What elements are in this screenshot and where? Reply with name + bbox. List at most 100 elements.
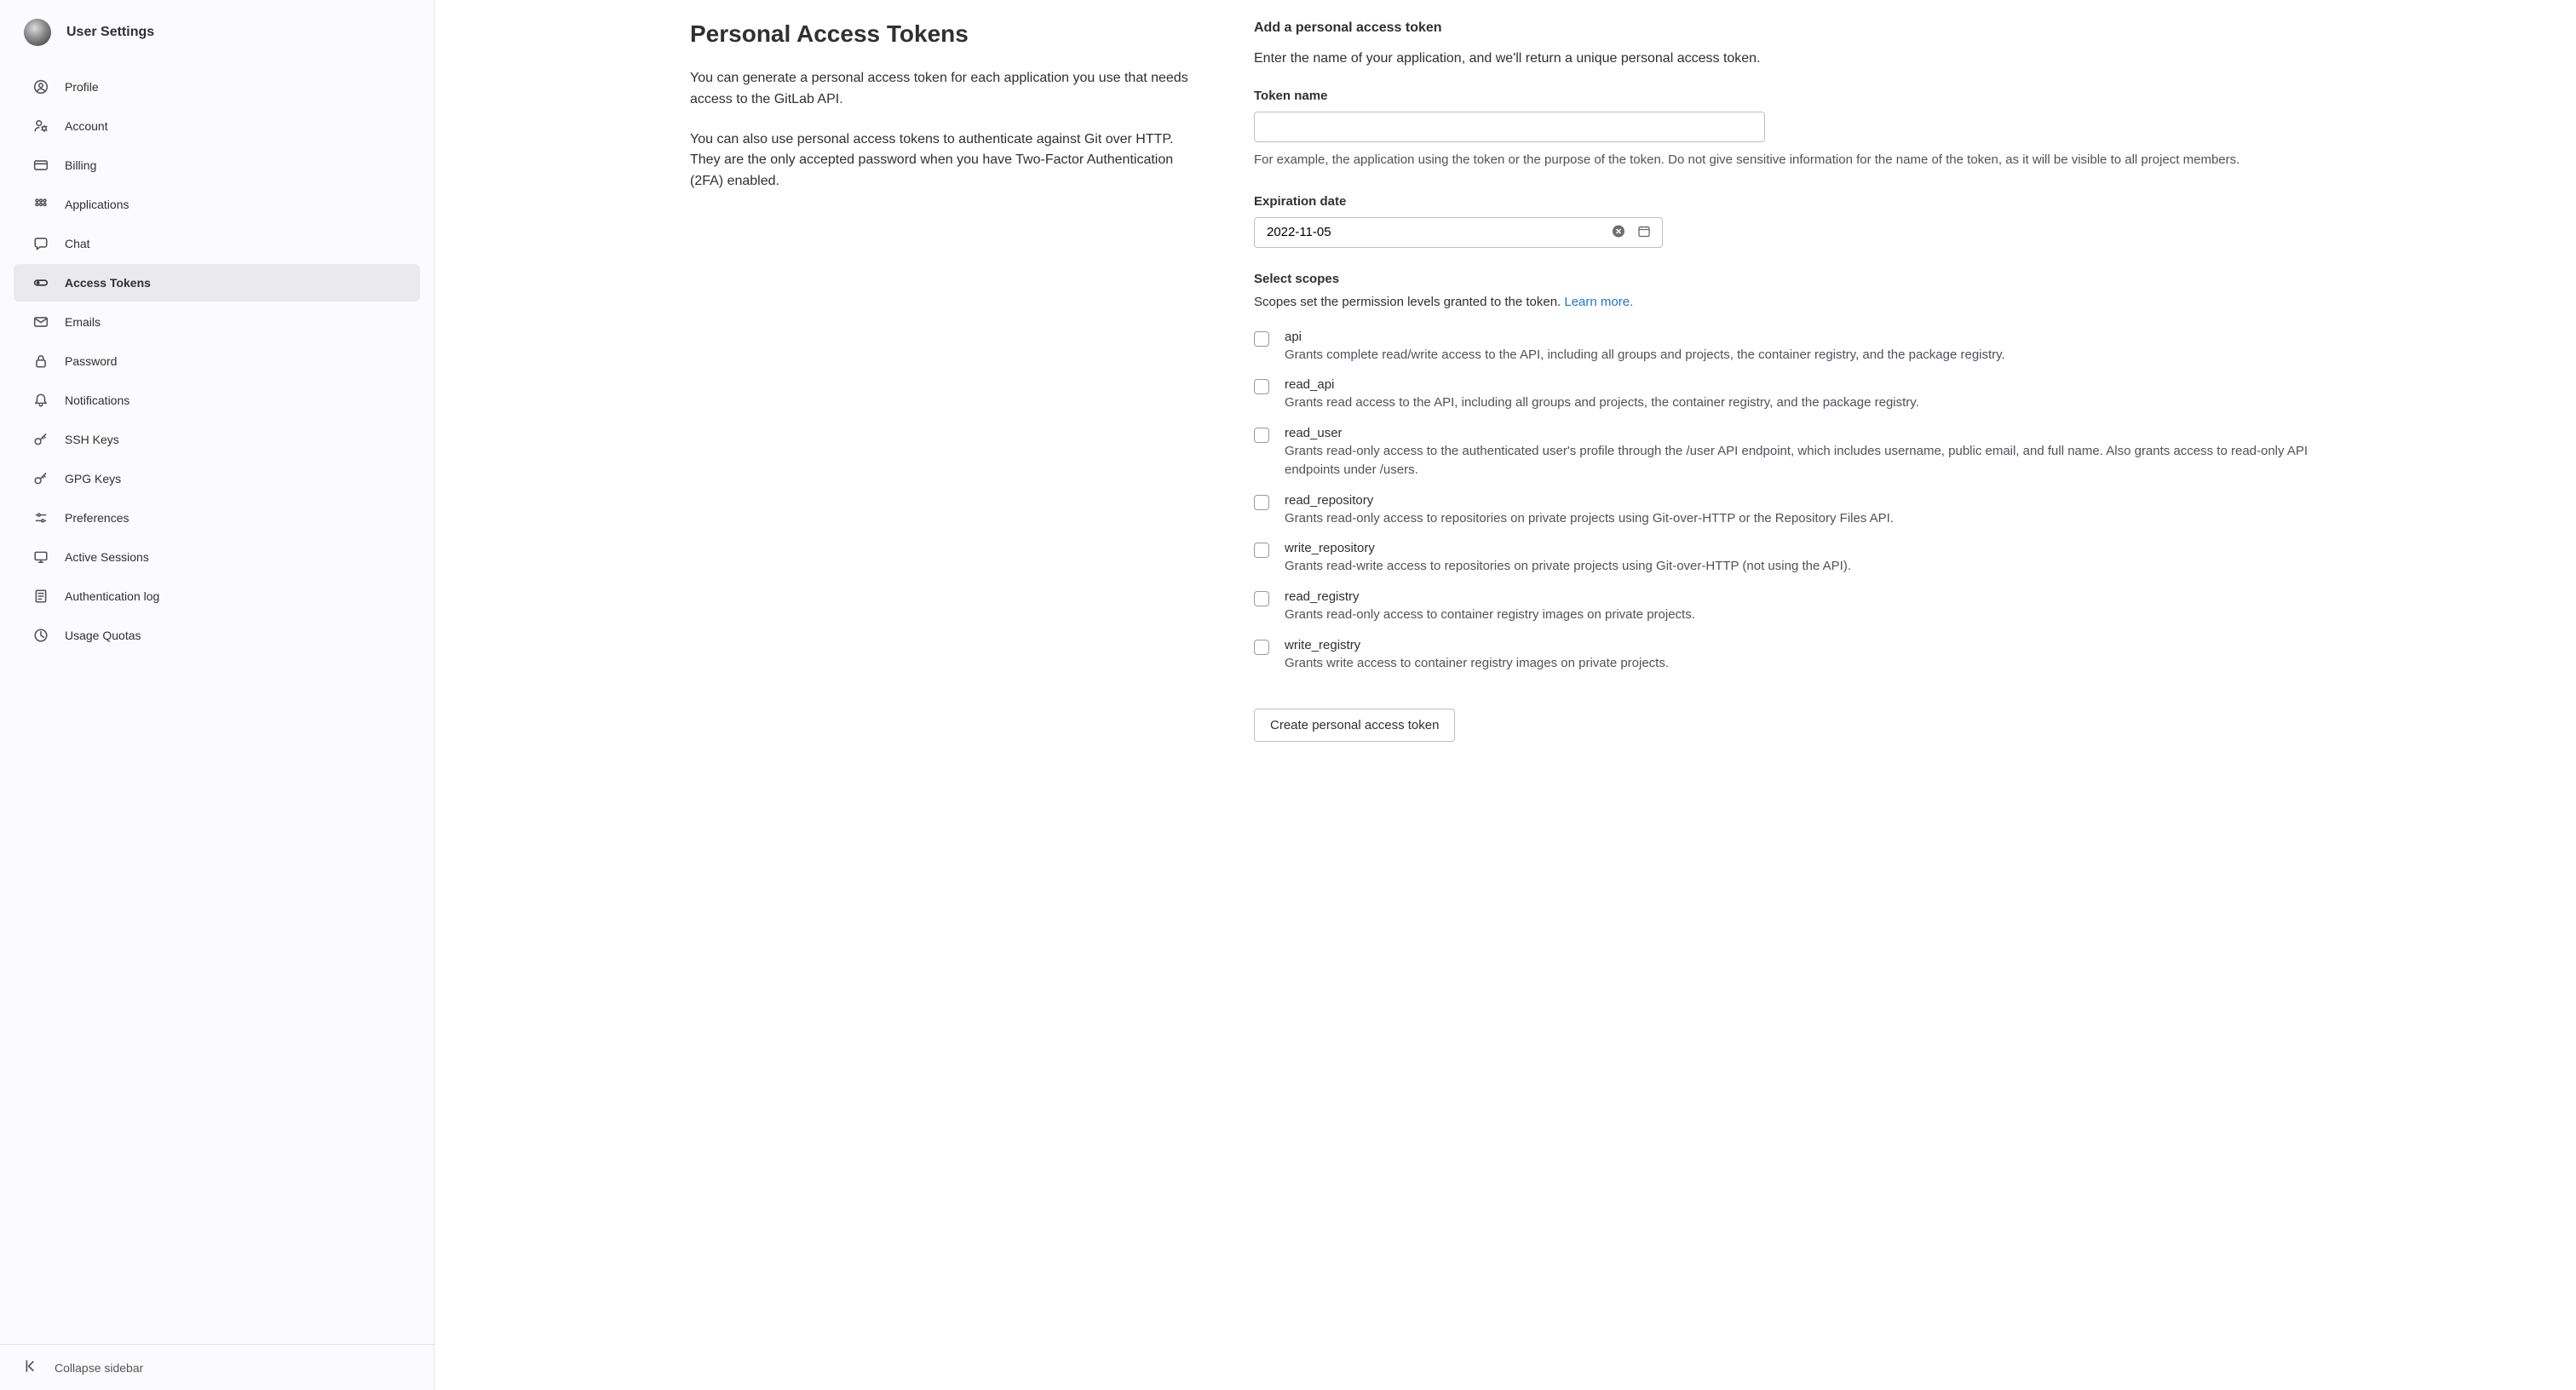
scope-name-label: write_registry — [1285, 638, 2324, 652]
scope-description: Grants read-write access to repositories… — [1285, 557, 2324, 576]
page-title: Personal Access Tokens — [690, 20, 1201, 48]
scopes-description-text: Scopes set the permission levels granted… — [1254, 295, 1564, 309]
sliders-icon — [32, 509, 49, 526]
sidebar-item-ssh-keys[interactable]: SSH Keys — [14, 421, 420, 458]
form-heading: Add a personal access token — [1254, 20, 2361, 36]
sidebar-item-label: Emails — [65, 315, 101, 329]
expiration-date-input[interactable] — [1254, 217, 1663, 248]
sidebar-item-label: Password — [65, 354, 117, 368]
lock-icon — [32, 353, 49, 370]
envelope-icon — [32, 313, 49, 330]
sidebar-item-applications[interactable]: Applications — [14, 186, 420, 223]
sidebar-item-account[interactable]: Account — [14, 107, 420, 145]
sidebar-nav: Profile Account Billing Applications Chat Acc… — [0, 68, 434, 1344]
sidebar-item-label: Notifications — [65, 393, 129, 407]
sidebar-item-billing[interactable]: Billing — [14, 146, 420, 184]
sidebar-header: User Settings — [0, 7, 434, 68]
sidebar-item-label: Active Sessions — [65, 550, 149, 564]
bell-icon — [32, 392, 49, 409]
collapse-sidebar-label: Collapse sidebar — [55, 1361, 143, 1375]
scope-row-api: api Grants complete read/write access to … — [1254, 330, 2361, 365]
token-name-help: For example, the application using the t… — [1254, 151, 2293, 170]
scope-description: Grants write access to container registr… — [1285, 654, 2324, 673]
scope-description: Grants read-only access to the authentic… — [1285, 442, 2324, 480]
expiration-date-field — [1254, 217, 1663, 248]
sidebar-item-label: Billing — [65, 158, 96, 172]
monitor-icon — [32, 549, 49, 566]
scope-body: read_registryGrants read-only access to … — [1285, 589, 2324, 624]
sidebar-item-password[interactable]: Password — [14, 342, 420, 380]
scope-body: read_repositoryGrants read-only access t… — [1285, 493, 2324, 528]
sidebar-item-emails[interactable]: Emails — [14, 303, 420, 341]
user-circle-icon — [32, 78, 49, 95]
scope-row-read_user: read_user Grants read-only access to the … — [1254, 426, 2361, 480]
scope-name-label: read_user — [1285, 426, 2324, 440]
scope-row-read_api: read_apiGrants read access to the API, i… — [1254, 377, 2361, 412]
scopes-list: api Grants complete read/write access to … — [1254, 330, 2361, 673]
collapse-sidebar-button[interactable]: Collapse sidebar — [0, 1344, 434, 1390]
scope-checkbox-read_registry[interactable] — [1254, 591, 1269, 606]
sidebar-item-profile[interactable]: Profile — [14, 68, 420, 106]
token-name-label: Token name — [1254, 89, 2361, 103]
scope-checkbox-api[interactable] — [1254, 331, 1269, 347]
scope-body: write_registry Grants write access to con… — [1285, 638, 2324, 673]
sidebar-item-label: Preferences — [65, 511, 129, 525]
scope-name-label: write_repository — [1285, 541, 2324, 555]
scope-body: read_user Grants read-only access to the … — [1285, 426, 2324, 480]
scope-name-label: read_registry — [1285, 589, 2324, 604]
main-content: Personal Access Tokens You can generate … — [434, 0, 2576, 1390]
scope-row-read_registry: read_registryGrants read-only access to … — [1254, 589, 2361, 624]
sidebar-item-active-sessions[interactable]: Active Sessions — [14, 538, 420, 576]
clear-date-icon[interactable] — [1612, 224, 1625, 240]
scopes-description: Scopes set the permission levels granted… — [1254, 295, 2361, 309]
chat-bubble-icon — [32, 235, 49, 252]
scope-checkbox-write_repository[interactable] — [1254, 543, 1269, 558]
sidebar-item-label: SSH Keys — [65, 433, 119, 446]
sidebar-item-authentication-log[interactable]: Authentication log — [14, 577, 420, 615]
settings-sidebar: User Settings Profile Account Billing Appli… — [0, 0, 434, 1390]
sidebar-item-chat[interactable]: Chat — [14, 225, 420, 262]
token-name-input[interactable] — [1254, 112, 1765, 142]
scope-body: api Grants complete read/write access to … — [1285, 330, 2324, 365]
scope-row-write_registry: write_registry Grants write access to con… — [1254, 638, 2361, 673]
key-icon — [32, 431, 49, 448]
expiration-date-label: Expiration date — [1254, 194, 2361, 209]
sidebar-item-notifications[interactable]: Notifications — [14, 382, 420, 419]
scope-checkbox-read_api[interactable] — [1254, 379, 1269, 394]
page-description-1: You can generate a personal access token… — [690, 68, 1201, 111]
scope-row-read_repository: read_repositoryGrants read-only access t… — [1254, 493, 2361, 528]
sidebar-item-preferences[interactable]: Preferences — [14, 499, 420, 537]
scope-name-label: read_repository — [1285, 493, 2324, 508]
learn-more-link[interactable]: Learn more. — [1564, 295, 1633, 309]
form-intro: Enter the name of your application, and … — [1254, 51, 2361, 66]
scope-checkbox-read_user[interactable] — [1254, 428, 1269, 443]
token-icon — [32, 274, 49, 291]
scope-description: Grants complete read/write access to the… — [1285, 346, 2324, 365]
log-icon — [32, 588, 49, 605]
sidebar-item-label: GPG Keys — [65, 472, 121, 485]
sidebar-item-usage-quotas[interactable]: Usage Quotas — [14, 617, 420, 654]
scope-description: Grants read access to the API, including… — [1285, 393, 2324, 412]
credit-card-icon — [32, 157, 49, 174]
sidebar-item-label: Chat — [65, 237, 90, 250]
scope-name-label: api — [1285, 330, 2324, 344]
avatar[interactable] — [24, 19, 51, 46]
scope-row-write_repository: write_repository Grants read-write access… — [1254, 541, 2361, 576]
calendar-icon[interactable] — [1637, 224, 1651, 240]
sidebar-title: User Settings — [66, 25, 154, 40]
scope-body: write_repository Grants read-write access… — [1285, 541, 2324, 576]
select-scopes-heading: Select scopes — [1254, 272, 2361, 286]
quota-icon — [32, 627, 49, 644]
sidebar-item-label: Usage Quotas — [65, 629, 141, 642]
sidebar-item-label: Profile — [65, 80, 99, 94]
scope-checkbox-write_registry[interactable] — [1254, 640, 1269, 655]
collapse-icon — [24, 1358, 39, 1376]
apps-grid-icon — [32, 196, 49, 213]
scope-checkbox-read_repository[interactable] — [1254, 495, 1269, 510]
sidebar-item-access-tokens[interactable]: Access Tokens — [14, 264, 420, 302]
sidebar-item-label: Applications — [65, 198, 129, 211]
sidebar-item-label: Account — [65, 119, 108, 133]
create-token-button[interactable]: Create personal access token — [1254, 709, 1455, 742]
sidebar-item-gpg-keys[interactable]: GPG Keys — [14, 460, 420, 497]
token-form-column: Add a personal access token Enter the na… — [1254, 20, 2361, 1390]
